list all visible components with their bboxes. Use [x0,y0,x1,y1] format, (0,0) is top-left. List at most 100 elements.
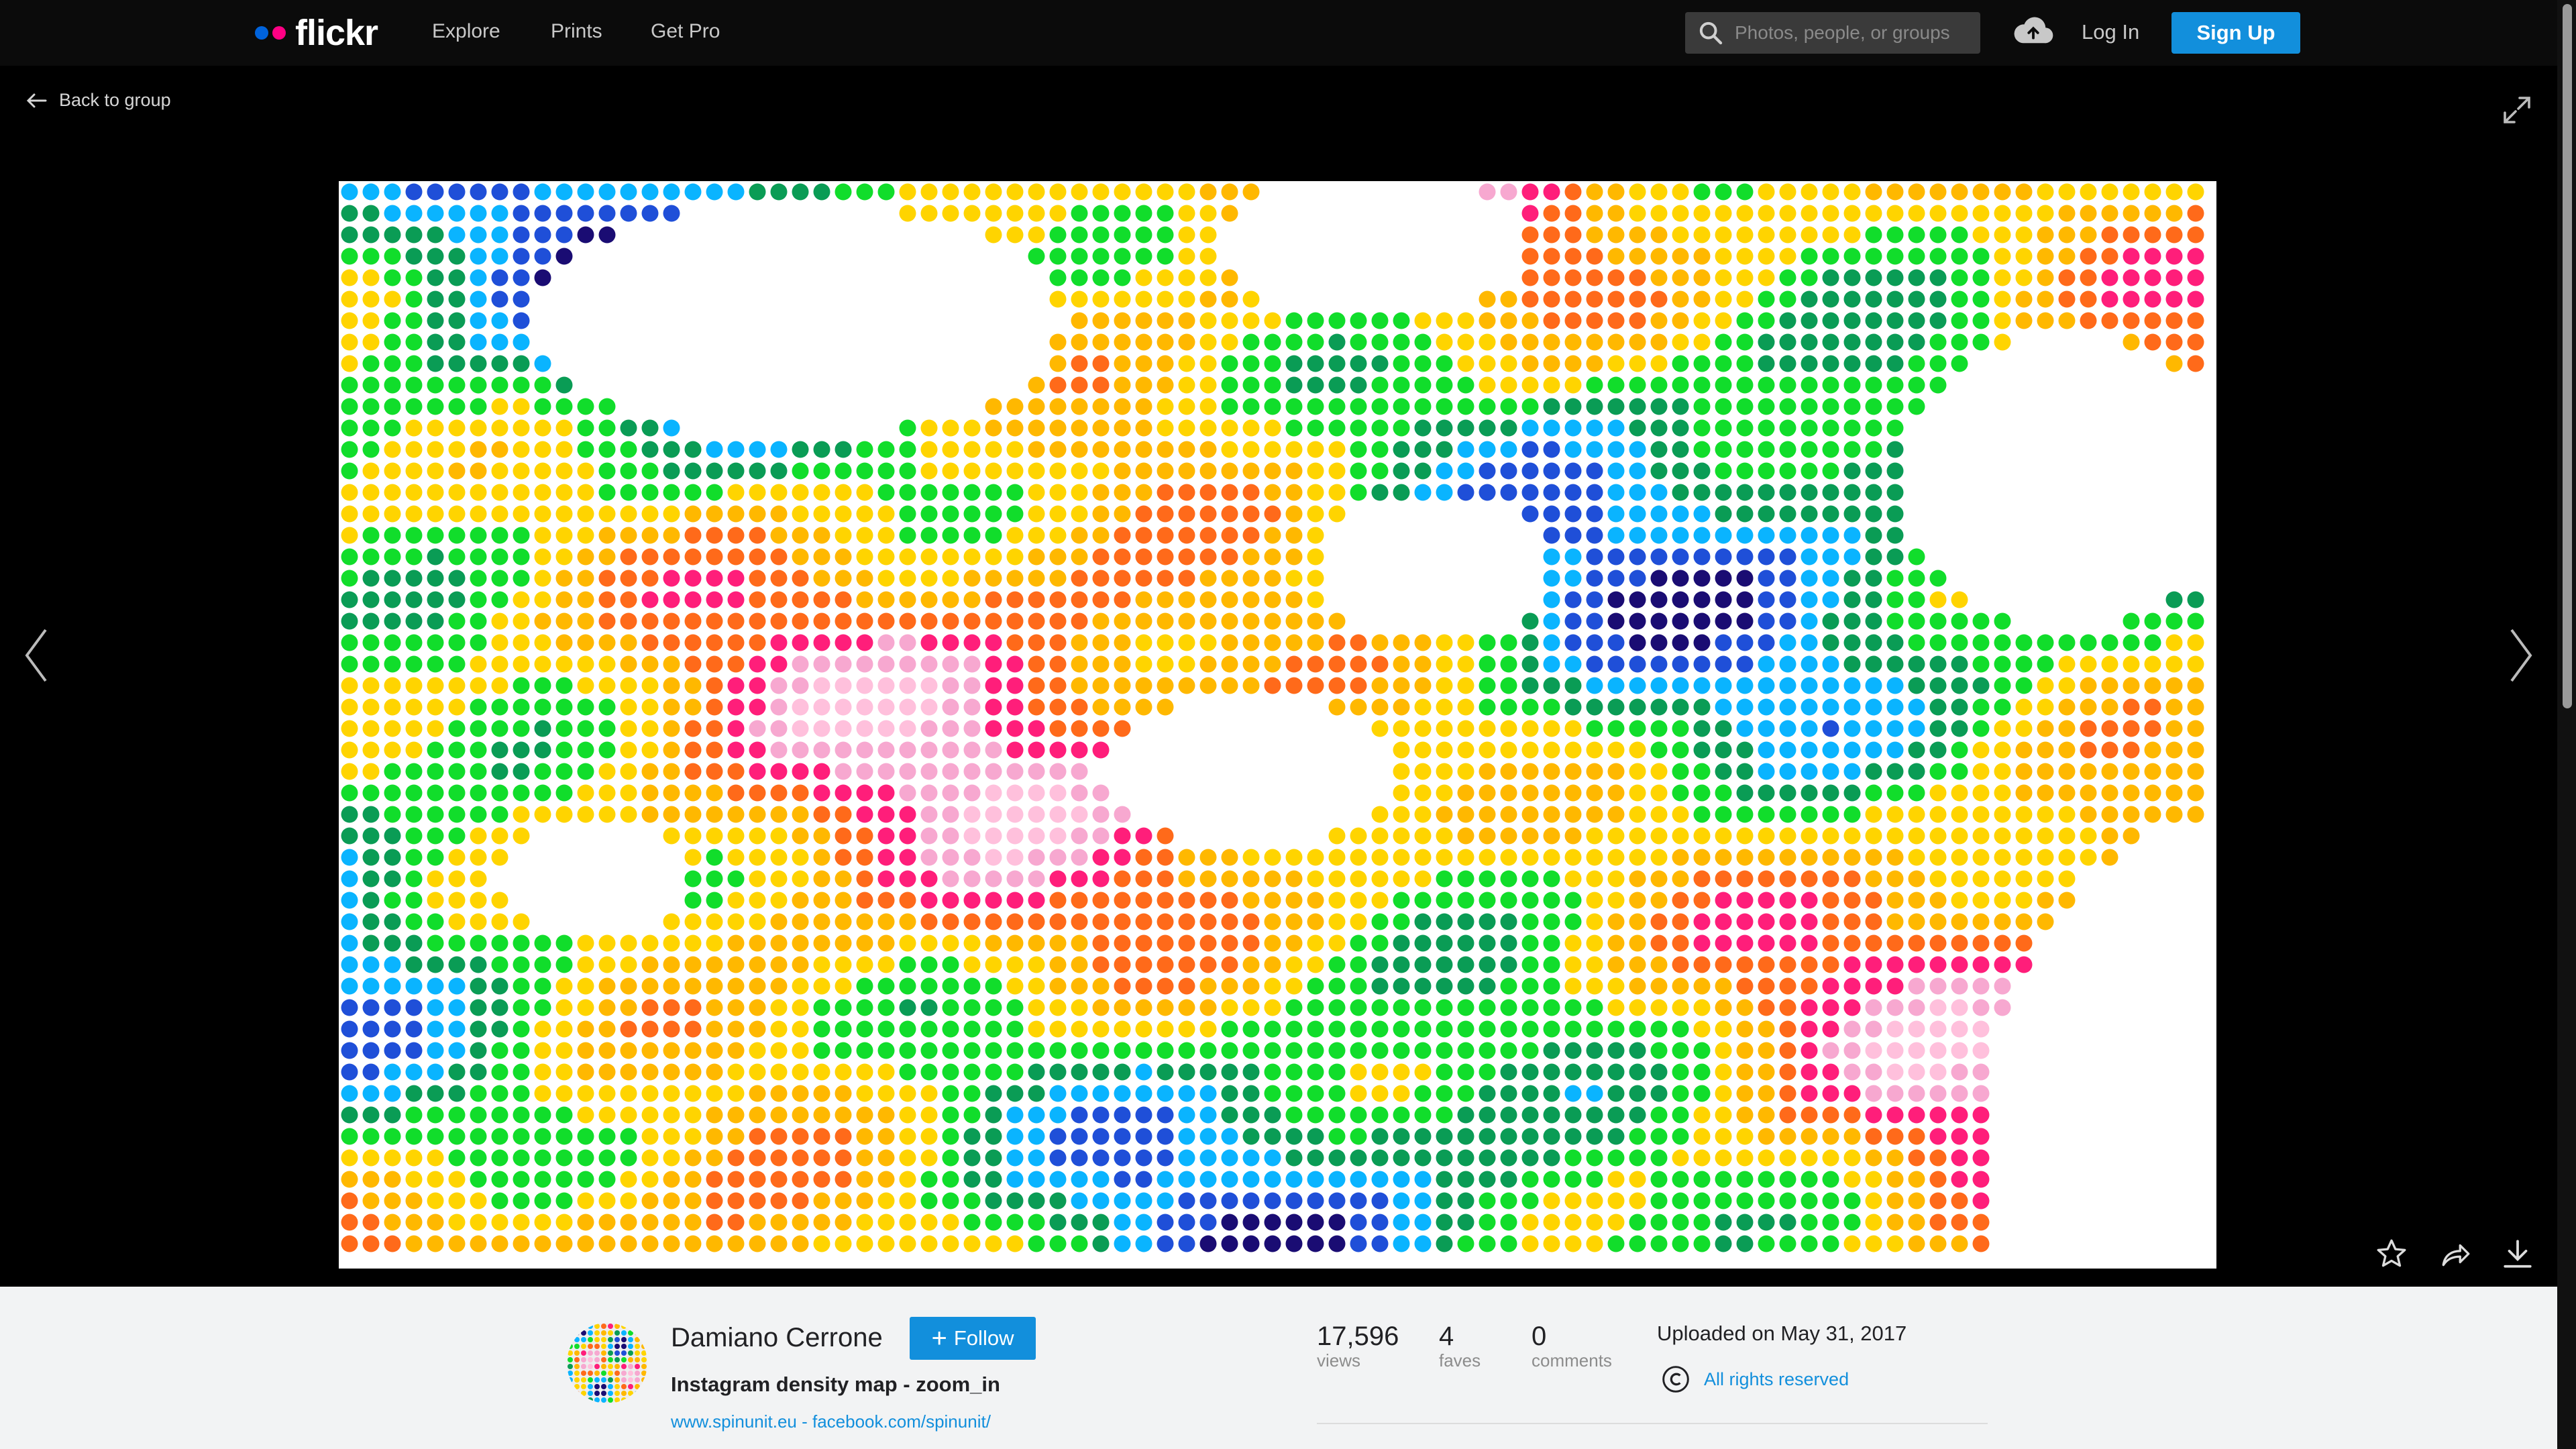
map-dot [1178,591,1195,608]
map-dot [1951,1063,1968,1081]
map-dot [577,1171,594,1188]
map-dot [1307,570,1324,587]
map-dot [1865,763,1882,780]
map-dot [1157,1106,1174,1124]
description-links[interactable]: www.spinunit.eu - facebook.com/spinunit/ [671,1411,991,1432]
login-link[interactable]: Log In [2082,20,2139,44]
map-dot [1242,290,1260,308]
search-box[interactable] [1685,12,1980,54]
map-dot [2015,226,2033,244]
map-dot [491,355,508,372]
next-photo-icon[interactable] [2508,627,2534,684]
page-scrollbar[interactable] [2557,0,2576,1449]
map-dot [1371,827,1389,845]
map-dot [749,1106,766,1124]
map-dot [770,913,788,930]
map-dot [1307,1085,1324,1102]
map-dot [1028,677,1045,694]
author-avatar[interactable] [567,1323,647,1403]
map-dot [1586,1042,1603,1059]
map-dot [877,870,895,888]
map-dot [1843,1063,1861,1081]
map-dot [942,698,959,716]
map-dot [1393,1128,1410,1145]
map-dot [1736,977,1754,995]
map-dot [749,1214,766,1231]
map-dot [835,570,852,587]
map-dot [1865,612,1882,630]
map-dot [1629,248,1646,265]
map-dot [1393,913,1410,930]
map-dot [448,441,466,458]
map-dot [1650,677,1668,694]
map-dot [985,698,1002,716]
map-dot [1221,269,1238,286]
download-button[interactable] [2501,1237,2534,1271]
fave-button[interactable] [2375,1237,2408,1271]
map-dot [1736,1020,1754,1038]
map-dot [577,205,594,222]
author-name[interactable]: Damiano Cerrone [671,1323,883,1353]
nav-explore[interactable]: Explore [432,20,500,43]
map-dot [1886,1042,1904,1059]
map-dot [384,849,401,866]
map-dot [1028,183,1045,201]
map-dot [1886,1171,1904,1188]
upload-cloud-icon[interactable] [2012,15,2054,48]
map-dot [1994,977,2011,995]
map-dot [1715,913,1732,930]
signup-button[interactable]: Sign Up [2171,12,2300,54]
map-dot [1178,1192,1195,1210]
map-dot [770,677,788,694]
map-dot [920,570,938,587]
back-to-group-link[interactable]: Back to group [25,90,171,111]
map-dot [577,527,594,544]
map-dot [727,1214,745,1231]
map-dot [470,1020,487,1038]
flickr-logo[interactable]: flickr [255,13,378,53]
map-dot [706,634,723,651]
map-dot [1607,870,1625,888]
map-dot [1178,1106,1195,1124]
map-dot [384,956,401,973]
follow-button[interactable]: + Follow [910,1317,1036,1360]
map-dot [1758,591,1775,608]
map-dot [1114,419,1131,437]
map-dot [555,548,573,566]
map-dot [663,999,680,1016]
map-dot [706,570,723,587]
expand-icon[interactable] [2501,94,2533,126]
map-dot [1178,913,1195,930]
map-dot [641,698,659,716]
scrollbar-thumb[interactable] [2563,4,2572,708]
map-dot [877,462,895,480]
map-dot [1350,1214,1367,1231]
previous-photo-icon[interactable] [23,627,50,684]
map-dot [1500,784,1517,802]
map-dot [641,741,659,759]
map-dot [1071,849,1088,866]
nav-get-pro[interactable]: Get Pro [651,20,720,43]
map-dot [1693,1085,1711,1102]
map-dot [534,355,551,372]
avatar-dot [581,1377,586,1383]
share-button[interactable] [2439,1237,2473,1271]
map-dot [813,849,830,866]
map-dot [1715,977,1732,995]
map-dot [2165,741,2183,759]
search-input[interactable] [1733,21,1964,44]
map-dot [1564,634,1582,651]
map-dot [813,763,830,780]
map-dot [942,977,959,995]
map-dot [1479,913,1496,930]
map-dot [1607,892,1625,909]
map-dot [1285,505,1303,523]
map-dot [470,484,487,501]
license-link[interactable]: All rights reserved [1661,1364,1849,1394]
map-dot [1951,892,1968,909]
map-dot [1114,870,1131,888]
map-dot [1350,1128,1367,1145]
map-dot [985,634,1002,651]
nav-prints[interactable]: Prints [551,20,602,43]
map-dot [1436,1192,1453,1210]
